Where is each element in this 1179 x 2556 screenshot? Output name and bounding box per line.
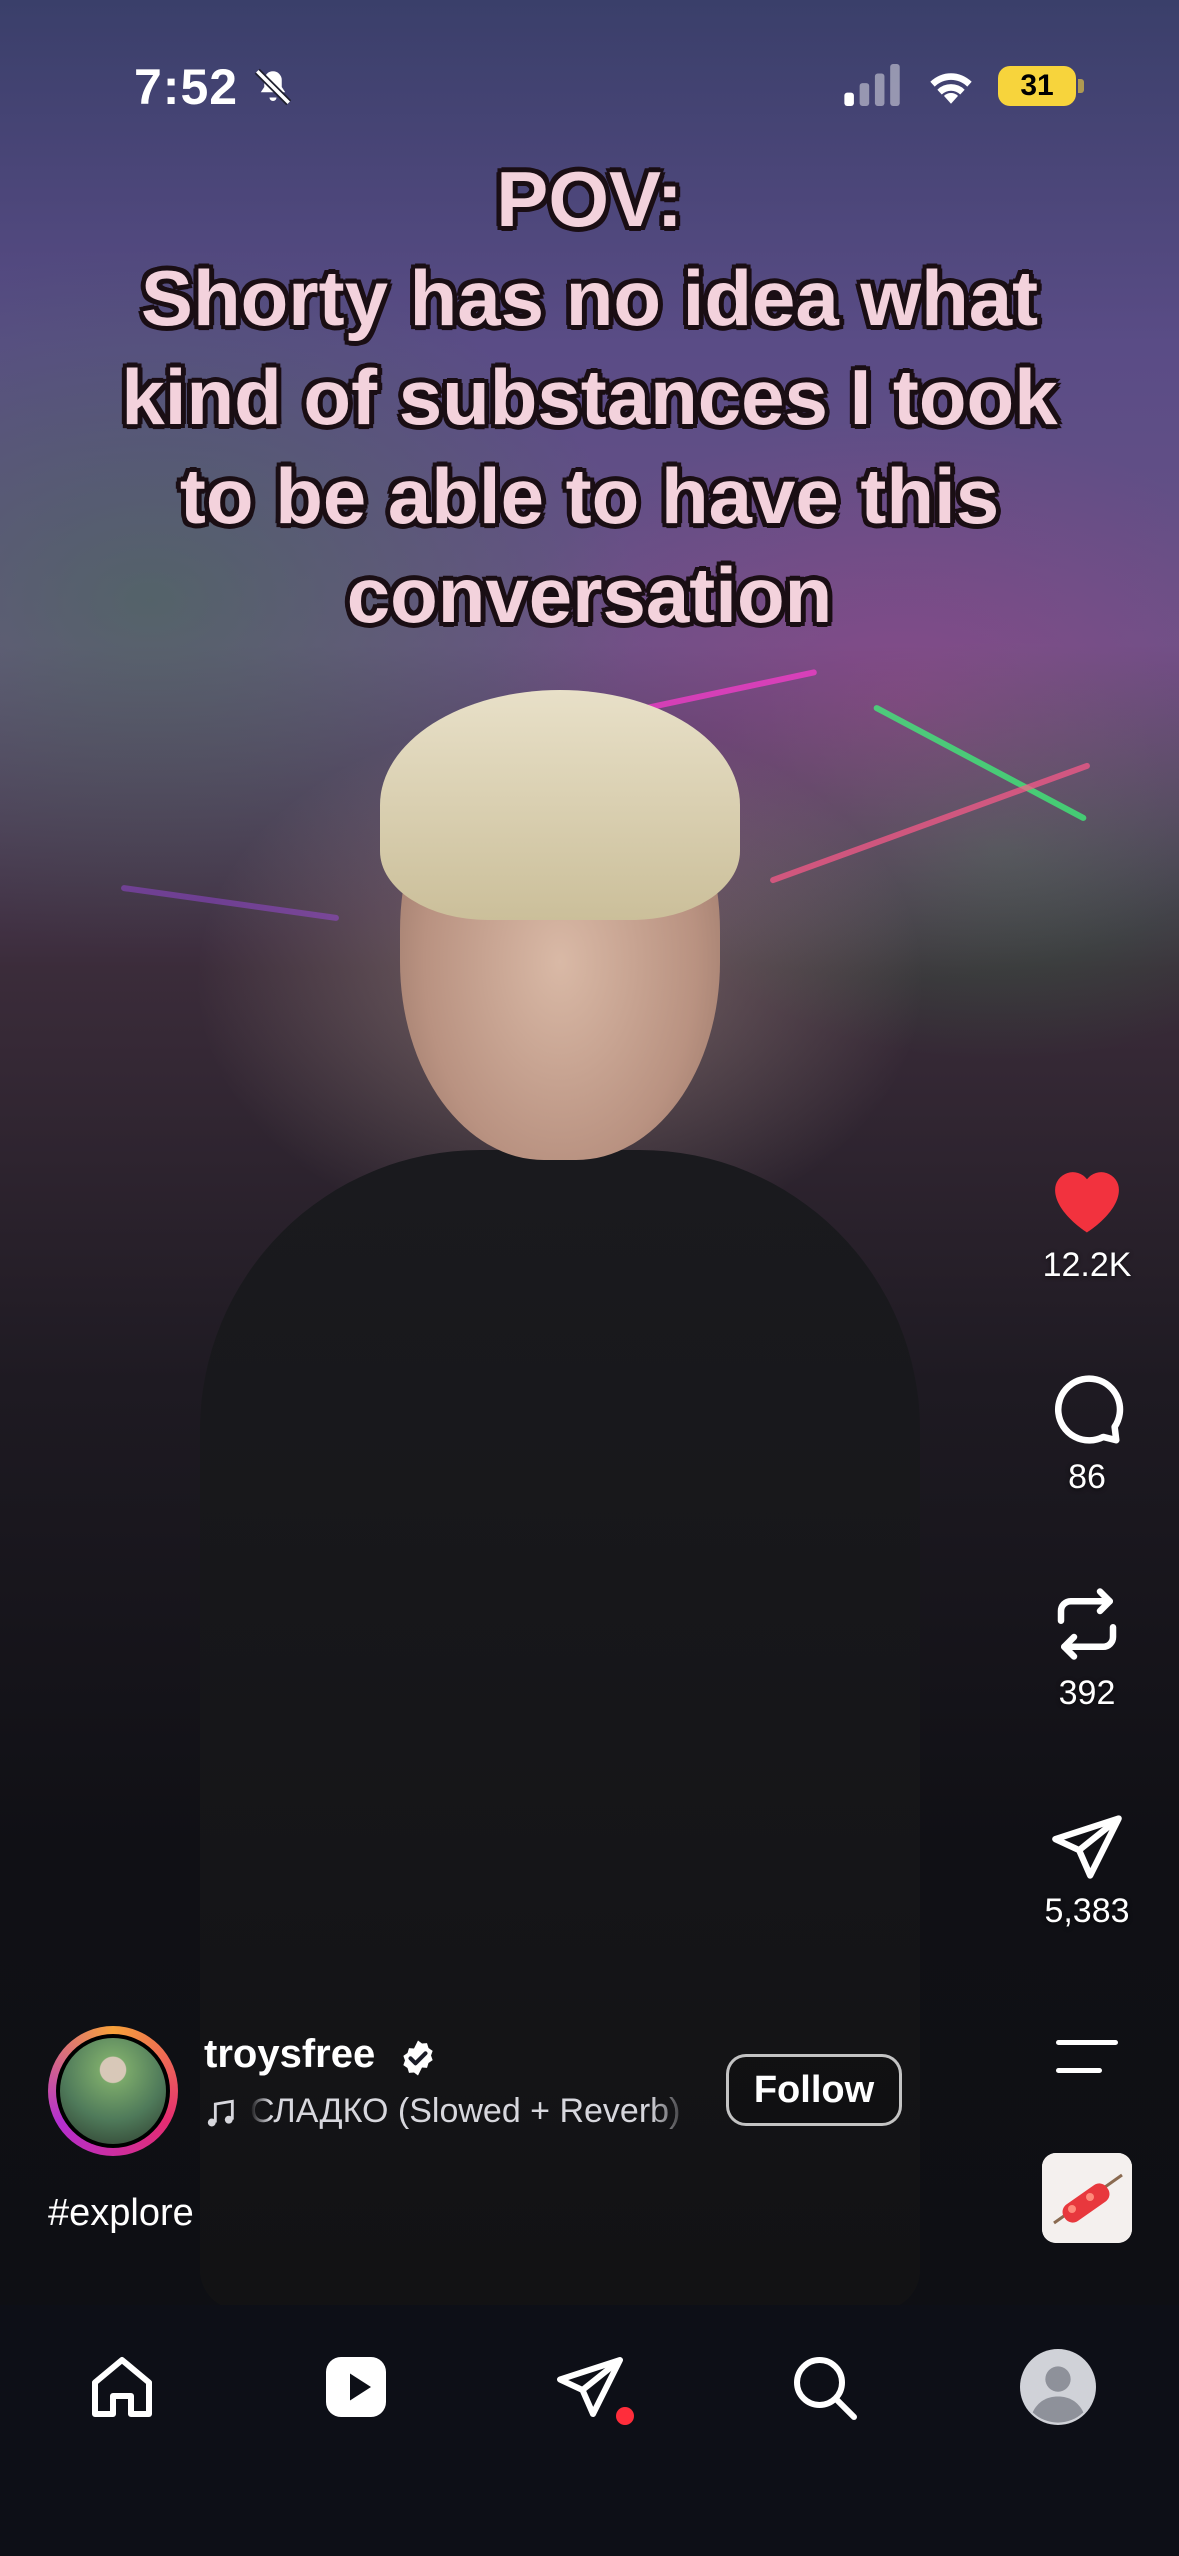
- repost-count: 392: [1058, 1674, 1116, 1712]
- follow-button[interactable]: Follow: [726, 2054, 902, 2126]
- battery-indicator: 31: [998, 66, 1076, 106]
- comment-icon: [1054, 1375, 1124, 1444]
- reels-icon: [326, 2357, 386, 2417]
- author-avatar[interactable]: [48, 2026, 178, 2156]
- tab-profile[interactable]: [1018, 2347, 1098, 2427]
- bottom-tab-bar: [0, 2305, 1179, 2556]
- video-caption: POV: Shorty has no idea what kind of sub…: [40, 150, 1139, 645]
- tab-direct-messages[interactable]: [550, 2347, 634, 2427]
- battery-cap: [1078, 79, 1084, 93]
- skewer-food-icon: [1042, 2153, 1132, 2243]
- cellular-signal-icon: [844, 64, 900, 106]
- profile-icon: [1020, 2349, 1096, 2425]
- status-bar: 7:52 31: [0, 0, 1179, 170]
- like-count: 12.2K: [1042, 1246, 1132, 1284]
- tab-reels[interactable]: [316, 2347, 396, 2427]
- comment-count: 86: [1068, 1458, 1106, 1496]
- like-button[interactable]: 12.2K: [1037, 1158, 1137, 1285]
- audio-track-title[interactable]: СЛАДКО (Slowed + Reverb): [250, 2092, 690, 2131]
- tab-search[interactable]: [784, 2347, 864, 2427]
- verified-badge-icon: [403, 2040, 433, 2076]
- caption-line: to be able to have this: [179, 452, 1000, 540]
- music-note-icon: [207, 2099, 234, 2127]
- status-time: 7:52: [134, 59, 239, 115]
- caption-line: kind of substances I took: [121, 353, 1058, 441]
- audio-sticker-thumbnail[interactable]: [1042, 2153, 1132, 2243]
- caption-line: conversation: [346, 551, 833, 639]
- send-icon: [1052, 1815, 1122, 1879]
- repost-icon: [1057, 1588, 1117, 1660]
- tab-home[interactable]: [82, 2347, 162, 2427]
- author-username[interactable]: troysfree: [204, 2032, 375, 2077]
- wifi-icon: [930, 73, 972, 104]
- audio-track-text: СЛАДКО (Slowed + Reverb): [250, 2092, 681, 2130]
- bell-slash-icon: [254, 68, 292, 106]
- share-button[interactable]: 5,383: [1037, 1812, 1137, 1931]
- search-icon: [794, 2357, 857, 2420]
- notification-dot: [616, 2407, 634, 2425]
- more-options-icon[interactable]: [1056, 2038, 1118, 2078]
- home-icon: [92, 2357, 152, 2417]
- comment-button[interactable]: 86: [1037, 1370, 1137, 1497]
- share-count: 5,383: [1044, 1892, 1130, 1930]
- heart-icon: [1055, 1172, 1119, 1233]
- person-hair: [380, 690, 740, 920]
- caption-line: Shorty has no idea what: [140, 254, 1039, 342]
- caption-line: POV:: [496, 155, 683, 243]
- hashtag-link[interactable]: #explore: [48, 2192, 194, 2235]
- battery-level: 31: [1020, 69, 1054, 102]
- direct-message-icon: [557, 2357, 623, 2417]
- repost-button[interactable]: 392: [1037, 1584, 1137, 1713]
- person-figure: [200, 1150, 920, 2305]
